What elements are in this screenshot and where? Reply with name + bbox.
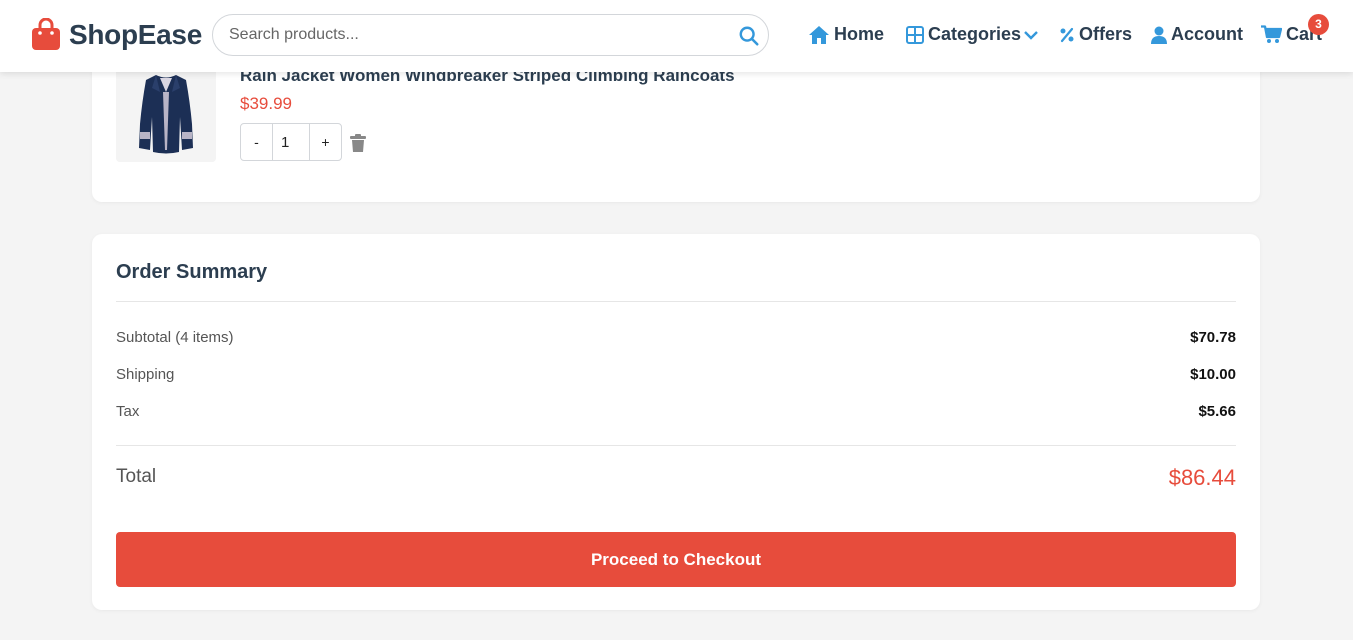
quantity-input[interactable] xyxy=(272,124,310,160)
user-icon xyxy=(1151,26,1167,44)
nav-account[interactable]: Account xyxy=(1151,24,1243,45)
subtotal-value: $70.78 xyxy=(1190,329,1236,346)
search-input[interactable] xyxy=(229,15,729,55)
home-icon xyxy=(809,25,829,44)
nav-offers-label: Offers xyxy=(1079,24,1133,44)
nav-home-label: Home xyxy=(834,24,885,44)
search-bar xyxy=(212,14,769,56)
cart-count-badge: 3 xyxy=(1308,14,1329,35)
cart-icon xyxy=(1261,25,1282,43)
tax-row: Tax $5.66 xyxy=(116,403,1236,420)
product-price: $39.99 xyxy=(240,94,292,113)
chevron-down-icon xyxy=(1024,30,1038,40)
percent-icon xyxy=(1060,27,1074,42)
shopping-bag-icon xyxy=(32,18,60,50)
jacket-image xyxy=(116,62,216,162)
search-icon[interactable] xyxy=(738,25,760,47)
nav-account-label: Account xyxy=(1171,24,1243,44)
increment-button[interactable]: + xyxy=(310,124,341,160)
quantity-stepper: - + xyxy=(240,123,342,161)
shipping-value: $10.00 xyxy=(1190,366,1236,383)
decrement-button[interactable]: - xyxy=(241,124,272,160)
trash-icon[interactable] xyxy=(348,133,368,153)
tax-label: Tax xyxy=(116,403,140,420)
nav-offers[interactable]: Offers xyxy=(1059,24,1132,45)
divider xyxy=(116,445,1236,446)
shipping-label: Shipping xyxy=(116,366,175,383)
brand-name: ShopEase xyxy=(69,18,202,50)
divider xyxy=(116,301,1236,302)
grid-icon xyxy=(906,25,924,44)
total-value: $86.44 xyxy=(1168,465,1236,490)
shipping-row: Shipping $10.00 xyxy=(116,366,1236,383)
total-label: Total xyxy=(116,466,157,487)
product-image[interactable] xyxy=(116,62,216,162)
tax-value: $5.66 xyxy=(1198,403,1236,420)
order-summary-card: Order Summary Subtotal (4 items) $70.78 … xyxy=(92,234,1260,610)
nav-categories-label: Categories xyxy=(928,24,1022,44)
top-navbar: ShopEase Home Categories Offers xyxy=(0,0,1353,72)
nav-categories[interactable]: Categories xyxy=(906,24,1043,45)
nav-home[interactable]: Home xyxy=(808,24,884,45)
checkout-button[interactable]: Proceed to Checkout xyxy=(116,532,1236,587)
subtotal-label: Subtotal (4 items) xyxy=(116,329,234,346)
order-summary-title: Order Summary xyxy=(116,261,268,283)
subtotal-row: Subtotal (4 items) $70.78 xyxy=(116,329,1236,346)
logo[interactable]: ShopEase xyxy=(31,18,202,51)
